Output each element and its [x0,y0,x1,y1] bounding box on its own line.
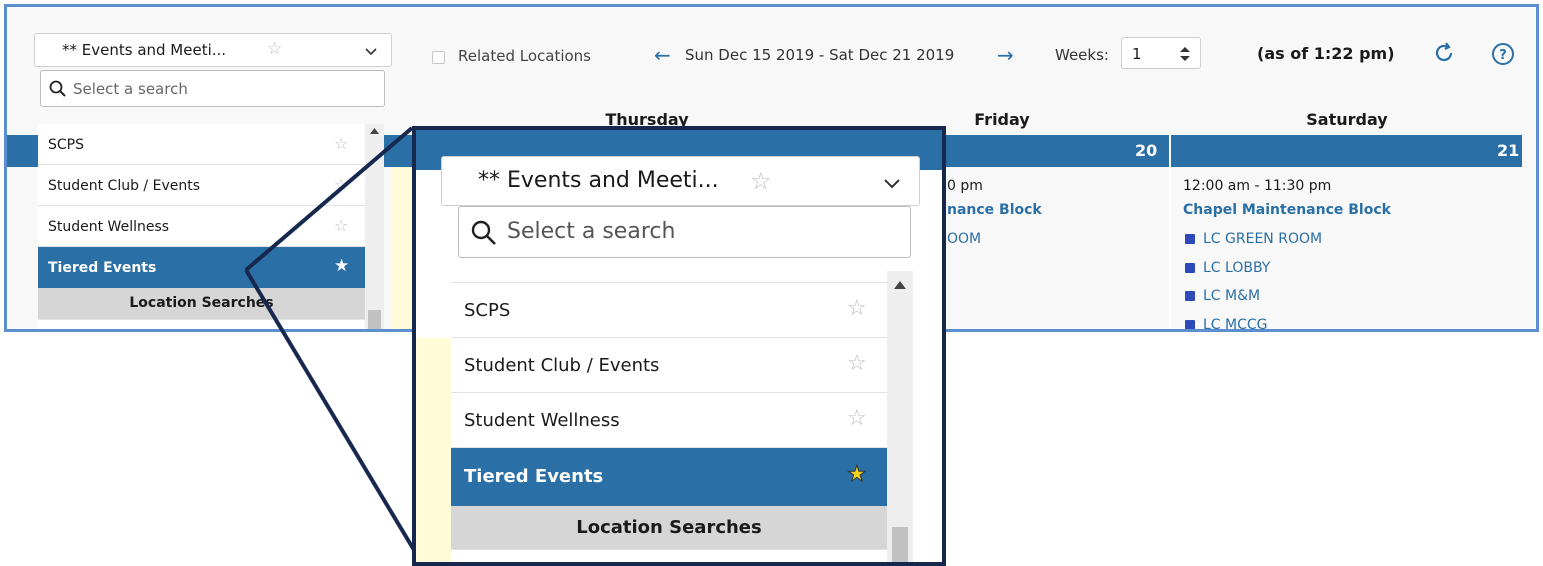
list-item[interactable]: SCPS ☆ [451,283,887,338]
scroll-up-icon[interactable] [894,281,906,289]
list-item[interactable]: Student Wellness ☆ [451,393,887,448]
section-header: Location Searches [451,506,887,550]
zoom-saved-search-value: ** Events and Meeti... [478,168,719,193]
star-outline-icon[interactable]: ☆ [750,167,772,195]
zoom-today-column [416,338,452,562]
star-outline-icon[interactable]: ☆ [847,406,867,431]
zoom-search-input[interactable]: Select a search [458,206,911,258]
list-item-selected[interactable]: Tiered Events ★ [451,448,887,506]
zoom-saved-search-select[interactable]: ** Events and Meeti... ☆ [441,156,920,206]
zoom-search-placeholder: Select a search [507,219,676,244]
zoom-inset: ** Events and Meeti... ☆ Select a search… [412,126,946,566]
zoom-dropdown-scrollbar[interactable] [887,271,913,562]
magnifier-icon [471,220,496,245]
star-outline-icon[interactable]: ☆ [847,351,867,376]
zoom-dropdown-list: SCPS ☆ Student Club / Events ☆ Student W… [451,282,887,562]
star-filled-icon[interactable]: ★ [847,462,868,488]
list-item[interactable]: Student Club / Events ☆ [451,338,887,393]
scroll-thumb[interactable] [892,527,908,562]
chevron-down-icon[interactable] [884,179,900,189]
star-outline-icon[interactable]: ☆ [847,296,867,321]
